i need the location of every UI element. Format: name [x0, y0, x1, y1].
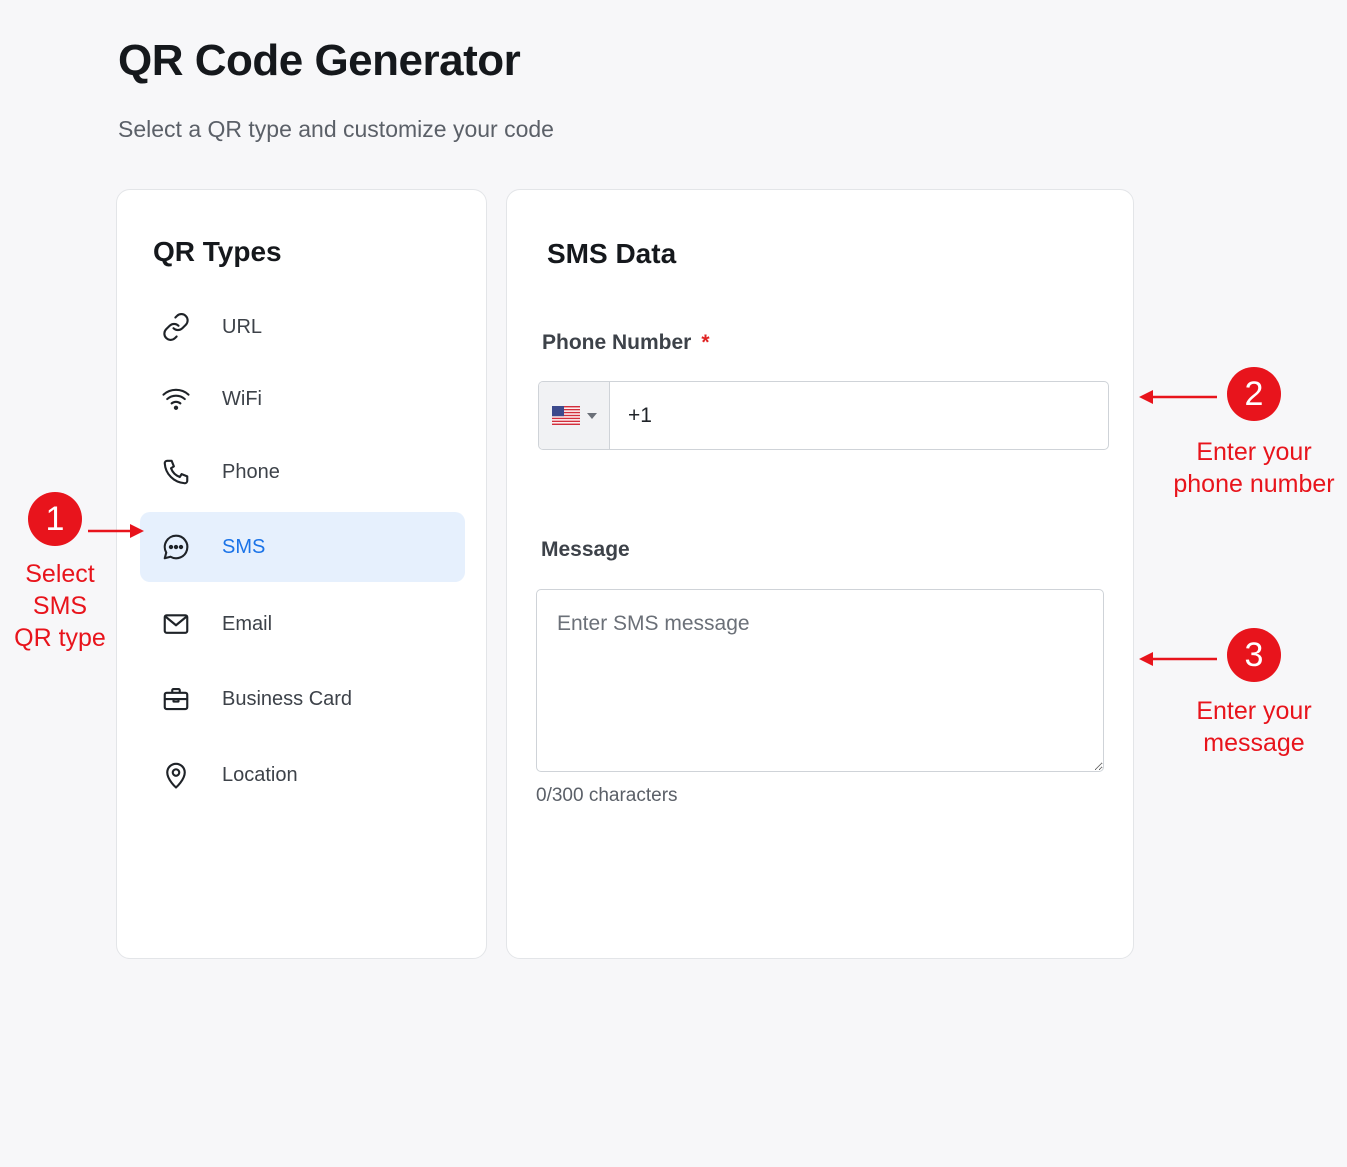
type-item-business-card[interactable]: Business Card	[140, 664, 465, 734]
phone-input-group	[538, 381, 1109, 450]
annotation-text-2-line2: phone number	[1173, 470, 1335, 498]
sms-data-panel: SMS Data Phone Number * +1 Message Enter…	[506, 189, 1134, 959]
type-item-email[interactable]: Email	[140, 589, 465, 659]
envelope-icon	[161, 609, 191, 639]
type-item-wifi[interactable]: WiFi	[140, 364, 465, 434]
chat-bubble-icon	[161, 532, 191, 562]
page-title: QR Code Generator	[118, 36, 521, 85]
type-label-sms: SMS	[222, 535, 266, 558]
map-pin-icon	[161, 760, 191, 790]
message-label: Message	[541, 538, 630, 561]
type-label-url: URL	[222, 315, 263, 338]
qr-types-panel: QR Types URL WiFi Phone SMS Email Busine…	[116, 189, 487, 959]
char-count: 0/300 characters	[536, 785, 678, 806]
type-label-business-card: Business Card	[222, 687, 353, 710]
phone-number-input[interactable]	[610, 382, 1108, 449]
annotation-text-2-line1: Enter your	[1196, 438, 1312, 466]
annotation-text-1: Select SMS QR type	[0, 558, 120, 654]
type-label-email: Email	[222, 612, 273, 635]
phone-number-label-text: Phone Number	[542, 331, 692, 354]
annotation-text-2: Enter your phone number	[1166, 436, 1342, 500]
type-item-sms[interactable]: SMS	[140, 512, 465, 582]
message-textarea[interactable]	[536, 589, 1104, 772]
link-icon	[161, 312, 191, 342]
annotation-badge-1: 1	[28, 492, 82, 546]
annotation-text-3: Enter your message	[1176, 695, 1332, 759]
type-item-location[interactable]: Location	[140, 740, 465, 810]
qr-types-title: QR Types	[153, 236, 282, 267]
type-label-wifi: WiFi	[222, 387, 262, 410]
type-item-url[interactable]: URL	[140, 292, 465, 362]
page-subtitle: Select a QR type and customize your code	[118, 116, 554, 142]
briefcase-icon	[161, 684, 191, 714]
annotation-badge-2: 2	[1227, 367, 1281, 421]
type-label-phone: Phone	[222, 460, 280, 483]
annotation-text-1-line2: QR type	[14, 624, 106, 652]
annotation-arrow-3	[1139, 652, 1217, 666]
us-flag-icon	[551, 406, 580, 425]
page: QR Code Generator Select a QR type and c…	[0, 0, 1347, 1167]
annotation-arrow-1	[88, 524, 144, 538]
chevron-down-icon	[586, 412, 597, 419]
phone-icon	[161, 457, 191, 487]
country-code-select[interactable]	[539, 382, 610, 449]
annotation-arrow-2	[1139, 390, 1217, 404]
phone-number-label: Phone Number *	[542, 331, 710, 355]
annotation-badge-3: 3	[1227, 628, 1281, 682]
annotation-text-3-line2: message	[1203, 729, 1305, 757]
annotation-text-1-line1: Select SMS	[25, 560, 95, 620]
wifi-icon	[161, 384, 191, 414]
type-item-phone[interactable]: Phone	[140, 437, 465, 507]
type-label-location: Location	[222, 763, 298, 786]
required-mark: *	[701, 331, 710, 354]
sms-data-title: SMS Data	[547, 238, 677, 269]
annotation-text-3-line1: Enter your	[1196, 697, 1312, 725]
